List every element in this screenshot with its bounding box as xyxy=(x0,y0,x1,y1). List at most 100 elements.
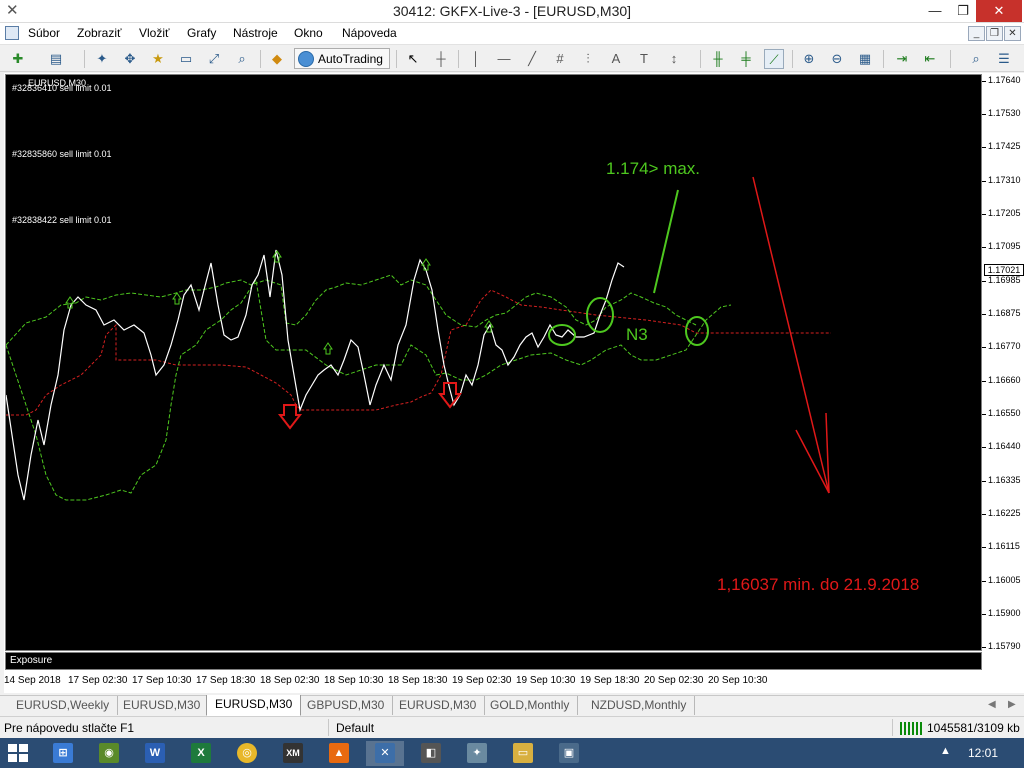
zoom-in-icon[interactable]: ⊕ xyxy=(799,49,819,69)
text-icon[interactable]: A xyxy=(606,49,626,69)
toolbar-separator xyxy=(84,50,85,68)
autotrading-icon xyxy=(298,51,314,67)
price-tick: 1.16660 xyxy=(982,375,1021,385)
taskbar-app-icon[interactable]: ✦ xyxy=(458,741,496,766)
candle-chart-icon[interactable]: ╪ xyxy=(736,49,756,69)
annotation-max[interactable]: 1.174> max. xyxy=(606,159,700,179)
market-watch-icon[interactable]: ✦ xyxy=(92,49,112,69)
text-label-icon[interactable]: T xyxy=(634,49,654,69)
taskbar-xm-icon[interactable]: XM xyxy=(274,741,312,766)
time-tick: 20 Sep 10:30 xyxy=(708,675,768,686)
line-chart-icon[interactable]: ⟋ xyxy=(764,49,784,69)
favorites-icon[interactable]: ★ xyxy=(148,49,168,69)
horizontal-line-icon[interactable]: — xyxy=(494,49,514,69)
profiles-icon[interactable]: ▤ xyxy=(46,49,66,69)
fibo-icon[interactable]: ⫶ xyxy=(578,49,598,69)
options-icon[interactable]: ☰ xyxy=(994,49,1014,69)
price-tick: 1.17530 xyxy=(982,108,1021,118)
taskbar-word-icon[interactable]: W xyxy=(136,741,174,766)
taskbar-app-icon[interactable]: ◧ xyxy=(412,741,450,766)
app-icon[interactable]: ✕ xyxy=(6,3,20,19)
vertical-line-icon[interactable]: │ xyxy=(466,49,486,69)
mdi-minimize-button[interactable]: _ xyxy=(968,26,985,41)
price-line xyxy=(6,249,625,501)
time-tick: 17 Sep 02:30 xyxy=(68,675,128,686)
menu-charts[interactable]: Grafy xyxy=(187,26,216,40)
status-profile[interactable]: Default xyxy=(336,721,374,735)
order-label[interactable]: #32838422 sell limit 0.01 xyxy=(12,215,112,225)
menu-file[interactable]: Súbor xyxy=(28,26,60,40)
price-tick: 1.17310 xyxy=(982,175,1021,185)
terminal-icon[interactable]: ⤢ xyxy=(204,49,224,69)
arrows-icon[interactable]: ↕ xyxy=(664,49,684,69)
child-window-icon[interactable] xyxy=(5,26,19,40)
green-indicator-line-upper xyxy=(6,274,697,346)
price-scale[interactable]: 1.17640 1.17530 1.17425 1.17310 1.17205 … xyxy=(982,74,1024,651)
taskbar-vlc-icon[interactable]: ▲ xyxy=(320,741,358,766)
search-icon[interactable]: ⌕ xyxy=(966,49,986,69)
chart-tab[interactable]: GBPUSD,M30 xyxy=(299,696,394,715)
chart-tab[interactable]: NZDUSD,Monthly xyxy=(583,696,696,715)
tab-scroll-left-icon[interactable]: ◀ xyxy=(988,699,996,710)
trendline-icon[interactable]: ╱ xyxy=(522,49,542,69)
time-axis[interactable]: 14 Sep 2018 17 Sep 02:30 17 Sep 10:30 17… xyxy=(4,672,982,690)
order-label[interactable]: #32836410 sell limit 0.01 xyxy=(12,83,112,93)
annotation-min[interactable]: 1,16037 min. do 21.9.2018 xyxy=(717,575,919,595)
autotrading-button[interactable]: AutoTrading xyxy=(294,48,390,69)
chart-tab[interactable]: GOLD,Monthly xyxy=(482,696,579,715)
new-order-icon[interactable]: ◆ xyxy=(267,49,287,69)
exposure-panel[interactable]: Exposure xyxy=(5,652,982,670)
price-tick: 1.17205 xyxy=(982,208,1021,218)
time-tick: 19 Sep 10:30 xyxy=(516,675,576,686)
price-tick: 1.15790 xyxy=(982,641,1021,651)
crosshair-icon[interactable]: ┼ xyxy=(431,49,451,69)
price-tick: 1.15900 xyxy=(982,608,1021,618)
chart-tab[interactable]: EURUSD,M30 xyxy=(115,696,210,715)
autoscroll-icon[interactable]: ⇥ xyxy=(892,49,912,69)
taskbar-app-icon[interactable]: ◉ xyxy=(90,741,128,766)
status-help: Pre nápovedu stlačte F1 xyxy=(4,721,135,735)
start-button[interactable] xyxy=(8,744,28,762)
menu-tools[interactable]: Nástroje xyxy=(233,26,278,40)
cursor-icon[interactable]: ↖ xyxy=(403,49,423,69)
data-window-icon[interactable]: ▭ xyxy=(176,49,196,69)
tray-expand-icon[interactable]: ▲ xyxy=(940,745,951,757)
taskbar-app-icon[interactable]: ▣ xyxy=(550,741,588,766)
taskbar-metatrader-icon[interactable]: ✕ xyxy=(366,741,404,766)
tile-windows-icon[interactable]: ▦ xyxy=(855,49,875,69)
order-label[interactable]: #32835860 sell limit 0.01 xyxy=(12,149,112,159)
taskbar-chrome-icon[interactable]: ◎ xyxy=(228,741,266,766)
taskbar-app-icon[interactable]: ⊞ xyxy=(44,741,82,766)
maximize-button[interactable]: ❐ xyxy=(946,0,980,22)
taskbar-excel-icon[interactable]: X xyxy=(182,741,220,766)
mdi-restore-button[interactable]: ❐ xyxy=(986,26,1003,41)
price-tick: 1.17425 xyxy=(982,141,1021,151)
taskbar-clock[interactable]: 12:01 xyxy=(968,746,998,760)
navigator-icon[interactable]: ✥ xyxy=(120,49,140,69)
menu-insert[interactable]: Vložiť xyxy=(139,26,170,40)
close-button[interactable]: ✕ xyxy=(976,0,1022,22)
tester-icon[interactable]: ⌕ xyxy=(232,49,252,69)
chart-area[interactable]: EURUSD,M30 #32836410 sell limit 0.01 #32… xyxy=(5,74,982,651)
annotation-n3[interactable]: N3 xyxy=(626,325,648,345)
time-tick: 18 Sep 10:30 xyxy=(324,675,384,686)
channel-icon[interactable]: # xyxy=(550,49,570,69)
mdi-close-button[interactable]: ✕ xyxy=(1004,26,1021,41)
title-bar: ✕ 30412: GKFX-Live-3 - [EURUSD,M30] — ❐ … xyxy=(0,0,1024,23)
menu-window[interactable]: Okno xyxy=(294,26,323,40)
toolbar-separator xyxy=(700,50,701,68)
chart-shift-icon[interactable]: ⇤ xyxy=(920,49,940,69)
bar-chart-icon[interactable]: ╫ xyxy=(708,49,728,69)
menu-view[interactable]: Zobraziť xyxy=(77,26,122,40)
status-bar: Pre nápovedu stlačte F1 Default 1045581/… xyxy=(0,716,1024,738)
chart-tab[interactable]: EURUSD,Weekly xyxy=(8,696,119,715)
time-tick: 14 Sep 2018 xyxy=(4,675,61,686)
menu-help[interactable]: Nápoveda xyxy=(342,26,397,40)
tab-scroll-right-icon[interactable]: ▶ xyxy=(1008,699,1016,710)
new-chart-icon[interactable]: ✚ xyxy=(8,49,28,69)
zoom-out-icon[interactable]: ⊖ xyxy=(827,49,847,69)
chart-tab[interactable]: EURUSD,M30 xyxy=(391,696,486,715)
connection-icon xyxy=(900,722,924,735)
chart-tab-active[interactable]: EURUSD,M30 xyxy=(206,695,302,716)
taskbar-explorer-icon[interactable]: ▭ xyxy=(504,741,542,766)
